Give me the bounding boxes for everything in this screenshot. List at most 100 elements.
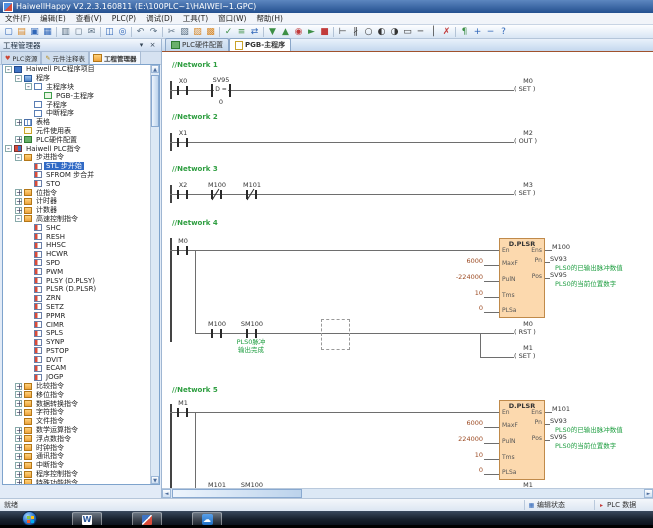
- tree-item-bit-instructions[interactable]: +位指令: [3, 188, 159, 197]
- contact-m1[interactable]: [177, 408, 179, 417]
- edit-cursor[interactable]: [321, 319, 350, 350]
- value-maxf[interactable]: 6000: [425, 419, 483, 427]
- tree-item-project-root[interactable]: -Haiwell PLC程序项目: [3, 65, 159, 74]
- tree-item-pwm[interactable]: PWM: [3, 267, 159, 276]
- menu-edit[interactable]: 编辑(E): [35, 13, 71, 24]
- expander-icon[interactable]: -: [15, 154, 22, 161]
- copy-icon[interactable]: ▧: [179, 26, 191, 38]
- tree-item-spd[interactable]: SPD: [3, 259, 159, 268]
- download-icon[interactable]: ▼: [267, 26, 279, 38]
- undo-icon[interactable]: ↶: [135, 26, 147, 38]
- contact-no-icon[interactable]: ⊢: [337, 26, 349, 38]
- hardware-config-icon[interactable]: ◫: [104, 26, 116, 38]
- contact-x0[interactable]: [186, 86, 188, 95]
- coil-m2-out[interactable]: ( OUT ): [514, 137, 537, 146]
- function-block-icon[interactable]: ▭: [402, 26, 414, 38]
- tree-item-interrupt-instructions[interactable]: +中断指令: [3, 461, 159, 470]
- output-pn-sv93[interactable]: SV93: [550, 256, 567, 263]
- pin-button[interactable]: ▾: [136, 40, 147, 51]
- output-ens-m101[interactable]: M101: [552, 406, 570, 413]
- tree-item-plsr[interactable]: PLSR (D.PLSR): [3, 285, 159, 294]
- expander-icon[interactable]: +: [15, 189, 22, 196]
- compile-icon[interactable]: ✓: [223, 26, 235, 38]
- tree-item-counters[interactable]: +计数器: [3, 206, 159, 215]
- tree-item-sto[interactable]: STO: [3, 179, 159, 188]
- tree-item-cimr[interactable]: CIMR: [3, 320, 159, 329]
- network-1-label[interactable]: //Network 1: [172, 61, 218, 69]
- scrollbar-thumb[interactable]: [172, 489, 302, 498]
- contact-m1[interactable]: [186, 408, 188, 417]
- start-button[interactable]: [22, 511, 37, 526]
- ladder-canvas[interactable]: //Network 1 X0 D = SV95 0 M0 ( SET ) //N…: [162, 52, 653, 488]
- expander-icon[interactable]: +: [15, 479, 22, 485]
- network-2-label[interactable]: //Network 2: [172, 113, 218, 121]
- expander-icon[interactable]: +: [15, 207, 22, 214]
- tree-item-tables[interactable]: +表格: [3, 118, 159, 127]
- compile-all-icon[interactable]: ≡: [236, 26, 248, 38]
- expander-icon[interactable]: -: [5, 66, 12, 73]
- tree-item-compare-instructions[interactable]: +比较指令: [3, 382, 159, 391]
- value-plsa[interactable]: 0: [425, 466, 483, 474]
- tree-item-main-program-block[interactable]: -主程序块: [3, 83, 159, 92]
- tree-item-pgb-main[interactable]: PGB-主程序: [3, 91, 159, 100]
- expander-icon[interactable]: -: [15, 215, 22, 222]
- online-monitor-icon[interactable]: ◉: [293, 26, 305, 38]
- tree-item-special-instructions[interactable]: +特殊功能指令: [3, 478, 159, 485]
- tree-item-comm-instructions[interactable]: +通讯指令: [3, 452, 159, 461]
- compare-contact-sv95[interactable]: [229, 84, 231, 97]
- expander-icon[interactable]: -: [25, 83, 32, 90]
- tree-item-instructions-root[interactable]: -Haiwell PLC指令: [3, 144, 159, 153]
- coil-m3-set[interactable]: ( SET ): [514, 189, 535, 198]
- editor-horizontal-scrollbar[interactable]: ◄ ►: [162, 488, 653, 498]
- contact-m101-nc[interactable]: [255, 190, 257, 199]
- tab-pgb-main-program[interactable]: PGB-主程序: [229, 38, 291, 51]
- contact-sm100[interactable]: [255, 329, 257, 338]
- tree-item-synp[interactable]: SYNP: [3, 338, 159, 347]
- menu-help[interactable]: 帮助(H): [251, 13, 288, 24]
- zoom-in-icon[interactable]: +: [472, 26, 484, 38]
- expander-icon[interactable]: +: [15, 435, 22, 442]
- value-puln[interactable]: 224000: [425, 435, 483, 443]
- scrollbar-thumb[interactable]: [151, 75, 159, 127]
- network-comment-icon[interactable]: ¶: [459, 26, 471, 38]
- coil-out-icon[interactable]: ○: [363, 26, 375, 38]
- tab-plc-resources[interactable]: ♥ PLC资源: [1, 51, 41, 64]
- tree-item-string-instructions[interactable]: +字符指令: [3, 408, 159, 417]
- tree-item-setz[interactable]: SETZ: [3, 303, 159, 312]
- tree-item-math-instructions[interactable]: +数学运算指令: [3, 426, 159, 435]
- contact-x0[interactable]: [177, 86, 179, 95]
- contact-m0[interactable]: [177, 246, 179, 255]
- expander-icon[interactable]: +: [15, 136, 22, 143]
- function-block-dplsr-1[interactable]: D.PLSR En Ens MaxF Pn PulN Pos Tms PLSa: [499, 238, 545, 318]
- coil-m1-set[interactable]: ( SET ): [514, 352, 535, 361]
- tree-item-step-instructions[interactable]: -步进指令: [3, 153, 159, 162]
- vertical-line-icon[interactable]: │: [428, 26, 440, 38]
- network-4-label[interactable]: //Network 4: [172, 219, 218, 227]
- output-pos-sv95[interactable]: SV95: [550, 434, 567, 441]
- cut-icon[interactable]: ✂: [166, 26, 178, 38]
- contact-sm100[interactable]: [246, 329, 248, 338]
- tree-item-shc[interactable]: SHC: [3, 223, 159, 232]
- contact-x2[interactable]: [177, 190, 179, 199]
- tree-item-interrupt-programs[interactable]: 中断程序: [3, 109, 159, 118]
- menu-tools[interactable]: 工具(T): [178, 13, 213, 24]
- network-3-label[interactable]: //Network 3: [172, 165, 218, 173]
- redo-icon[interactable]: ↷: [148, 26, 160, 38]
- expander-icon[interactable]: +: [15, 119, 22, 126]
- tab-project-manager[interactable]: 工程管理器: [89, 51, 141, 64]
- tree-item-pstop[interactable]: PSTOP: [3, 347, 159, 356]
- menu-file[interactable]: 文件(F): [0, 13, 35, 24]
- expander-icon[interactable]: -: [15, 75, 22, 82]
- expander-icon[interactable]: +: [15, 198, 22, 205]
- save-icon[interactable]: ▣: [29, 26, 41, 38]
- value-puln[interactable]: -224000: [425, 273, 483, 281]
- network-5-label[interactable]: //Network 5: [172, 386, 218, 394]
- export-icon[interactable]: ✉: [86, 26, 98, 38]
- contact-x1[interactable]: [186, 138, 188, 147]
- tree-item-shift-instructions[interactable]: +移位指令: [3, 390, 159, 399]
- expander-icon[interactable]: +: [15, 391, 22, 398]
- output-pos-sv95[interactable]: SV95: [550, 272, 567, 279]
- expander-icon[interactable]: +: [15, 462, 22, 469]
- expander-icon[interactable]: +: [15, 453, 22, 460]
- menu-window[interactable]: 窗口(W): [213, 13, 251, 24]
